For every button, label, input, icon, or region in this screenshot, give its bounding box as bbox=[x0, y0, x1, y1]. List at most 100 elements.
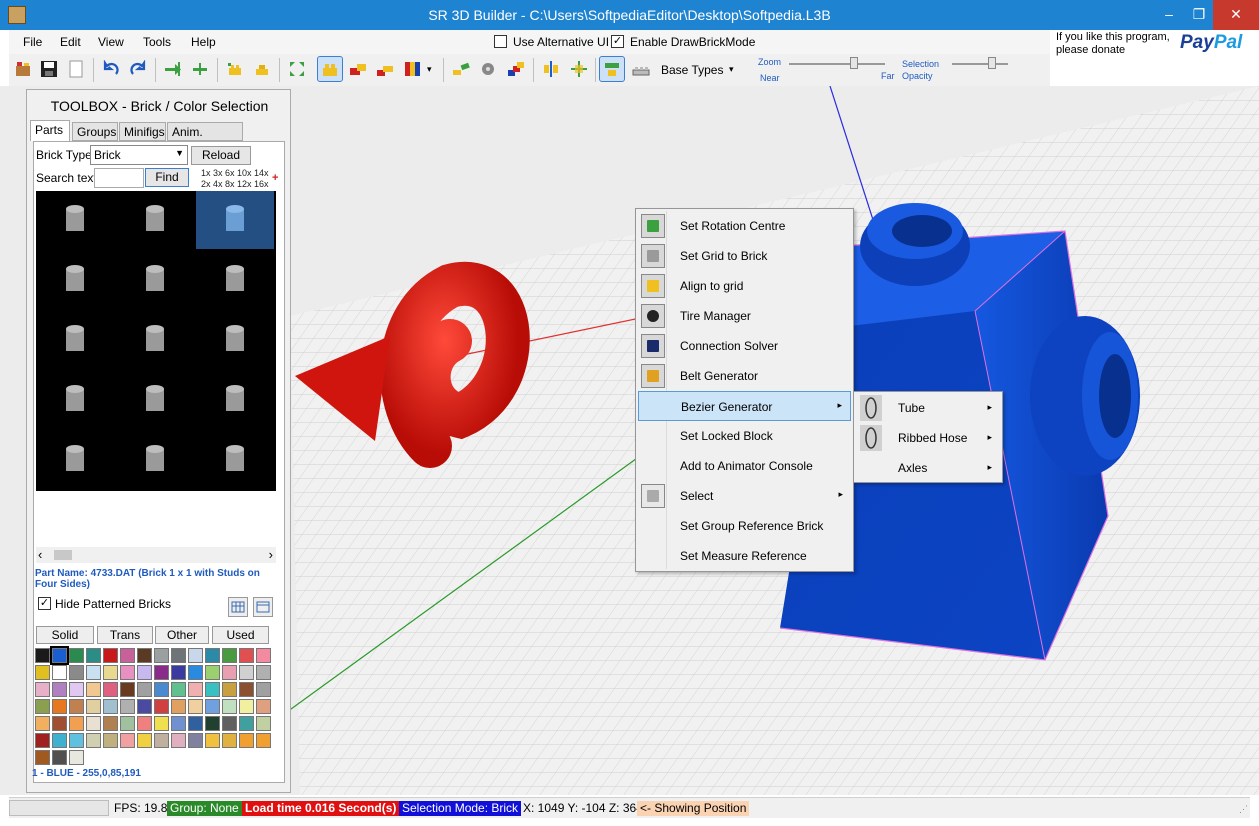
color-swatch[interactable] bbox=[86, 716, 101, 731]
undo-button[interactable] bbox=[99, 57, 123, 81]
color-swatch[interactable] bbox=[205, 665, 220, 680]
color-swatch[interactable] bbox=[205, 699, 220, 714]
color-swatch[interactable] bbox=[35, 750, 50, 765]
color-swatch[interactable] bbox=[171, 716, 186, 731]
color-swatch[interactable] bbox=[86, 648, 101, 663]
color-swatch[interactable] bbox=[52, 665, 67, 680]
ctx-item-align-to-grid[interactable]: Align to grid bbox=[638, 271, 851, 301]
part-thumbnail[interactable] bbox=[116, 311, 194, 369]
menu-file[interactable]: File bbox=[23, 35, 42, 49]
scale-row-1[interactable]: 1x 3x 6x 10x 14x bbox=[201, 168, 269, 178]
color-swatch[interactable] bbox=[171, 699, 186, 714]
color-swatch[interactable] bbox=[256, 733, 271, 748]
part-thumbnail[interactable] bbox=[36, 311, 114, 369]
color-tab-other[interactable]: Other bbox=[155, 626, 209, 644]
base-types-select[interactable]: Base Types bbox=[661, 63, 723, 77]
color-swatch[interactable] bbox=[86, 682, 101, 697]
grid-view-icon[interactable] bbox=[228, 597, 248, 617]
menu-help[interactable]: Help bbox=[191, 35, 216, 49]
menu-view[interactable]: View bbox=[98, 35, 124, 49]
ctx-item-add-to-animator-console[interactable]: Add to Animator Console bbox=[638, 451, 851, 481]
part-thumbnail[interactable] bbox=[116, 371, 194, 429]
color-tab-solid[interactable]: Solid bbox=[36, 626, 94, 644]
menu-edit[interactable]: Edit bbox=[60, 35, 81, 49]
ctx-item-set-grid-to-brick[interactable]: Set Grid to Brick bbox=[638, 241, 851, 271]
new-button[interactable] bbox=[64, 57, 88, 81]
color-swatch[interactable] bbox=[222, 699, 237, 714]
color-swatch[interactable] bbox=[120, 682, 135, 697]
color-swatch[interactable] bbox=[69, 682, 84, 697]
color-swatch[interactable] bbox=[120, 733, 135, 748]
base-types-dropdown[interactable]: ▾ bbox=[729, 64, 734, 75]
color-swatch[interactable] bbox=[69, 716, 84, 731]
color-swatch[interactable] bbox=[86, 665, 101, 680]
color-swatch[interactable] bbox=[205, 733, 220, 748]
color-swatch[interactable] bbox=[171, 682, 186, 697]
color-swatch[interactable] bbox=[52, 750, 67, 765]
base-plate-button[interactable] bbox=[629, 57, 653, 81]
color-swatch[interactable] bbox=[103, 716, 118, 731]
ctx-item-belt-generator[interactable]: Belt Generator bbox=[638, 361, 851, 391]
zoom-slider-thumb[interactable] bbox=[850, 57, 858, 69]
color-swatch[interactable] bbox=[137, 699, 152, 714]
color-swatch[interactable] bbox=[137, 665, 152, 680]
part-thumbnail[interactable] bbox=[116, 191, 194, 249]
part-thumbnail[interactable] bbox=[196, 311, 274, 369]
scroll-right-icon[interactable]: › bbox=[269, 547, 273, 562]
submenu-item-ribbed-hose[interactable]: Ribbed Hose ▸ bbox=[856, 423, 1000, 453]
part-thumbnail[interactable] bbox=[36, 431, 114, 489]
color-swatch[interactable] bbox=[154, 665, 169, 680]
color-swatch[interactable] bbox=[256, 699, 271, 714]
brick-mode-button[interactable] bbox=[317, 56, 343, 82]
color-tab-used[interactable]: Used bbox=[212, 626, 269, 644]
ctx-item-bezier-generator[interactable]: Bezier Generator ▸ bbox=[638, 391, 851, 421]
align-yellow-button[interactable] bbox=[223, 57, 247, 81]
part-thumbnail[interactable] bbox=[36, 191, 114, 249]
part-thumbnail[interactable] bbox=[36, 251, 114, 309]
color-swatch[interactable] bbox=[35, 733, 50, 748]
search-input[interactable] bbox=[94, 168, 144, 188]
align-vertical-button[interactable] bbox=[539, 57, 563, 81]
color-swatch[interactable] bbox=[69, 648, 84, 663]
color-swatch[interactable] bbox=[69, 699, 84, 714]
restore-button[interactable]: ❐ bbox=[1184, 0, 1214, 30]
scroll-left-icon[interactable]: ‹ bbox=[38, 547, 42, 562]
color-swatch[interactable] bbox=[120, 716, 135, 731]
color-swatch[interactable] bbox=[222, 716, 237, 731]
scale-row-2[interactable]: 2x 4x 8x 12x 16x bbox=[201, 179, 269, 189]
part-thumbnail[interactable] bbox=[196, 251, 274, 309]
color-swatch[interactable] bbox=[103, 648, 118, 663]
color-swatch[interactable] bbox=[35, 699, 50, 714]
color-swatch[interactable] bbox=[188, 716, 203, 731]
color-swatch[interactable] bbox=[50, 646, 69, 665]
color-swatch[interactable] bbox=[171, 648, 186, 663]
color-swatch[interactable] bbox=[103, 733, 118, 748]
ctx-item-set-rotation-centre[interactable]: Set Rotation Centre bbox=[638, 211, 851, 241]
ctx-item-set-measure-reference[interactable]: Set Measure Reference bbox=[638, 541, 851, 571]
color-swatch[interactable] bbox=[222, 733, 237, 748]
parts-hscrollbar[interactable]: ‹ › bbox=[36, 547, 276, 563]
color-swatch[interactable] bbox=[103, 665, 118, 680]
color-swatch[interactable] bbox=[239, 682, 254, 697]
color-dropdown[interactable]: ▾ bbox=[427, 57, 439, 81]
technic-button[interactable] bbox=[476, 57, 500, 81]
color-swatch[interactable] bbox=[256, 648, 271, 663]
color-swatch[interactable] bbox=[52, 716, 67, 731]
color-swatch[interactable] bbox=[52, 733, 67, 748]
color-swatch[interactable] bbox=[222, 665, 237, 680]
redo-button[interactable] bbox=[126, 57, 150, 81]
color-swatch[interactable] bbox=[137, 648, 152, 663]
close-button[interactable]: ✕ bbox=[1213, 0, 1259, 30]
color-swatch[interactable] bbox=[188, 682, 203, 697]
color-swatch[interactable] bbox=[188, 648, 203, 663]
color-brick-button[interactable] bbox=[373, 57, 397, 81]
tab-groups[interactable]: Groups bbox=[72, 122, 118, 141]
color-swatch[interactable] bbox=[154, 716, 169, 731]
tab-minifigs[interactable]: Minifigs bbox=[119, 122, 166, 141]
color-picker-button[interactable] bbox=[401, 57, 425, 81]
color-swatch[interactable] bbox=[35, 648, 50, 663]
color-swatch[interactable] bbox=[86, 733, 101, 748]
color-swatch[interactable] bbox=[69, 733, 84, 748]
color-swatch[interactable] bbox=[188, 665, 203, 680]
color-swatch[interactable] bbox=[69, 665, 84, 680]
